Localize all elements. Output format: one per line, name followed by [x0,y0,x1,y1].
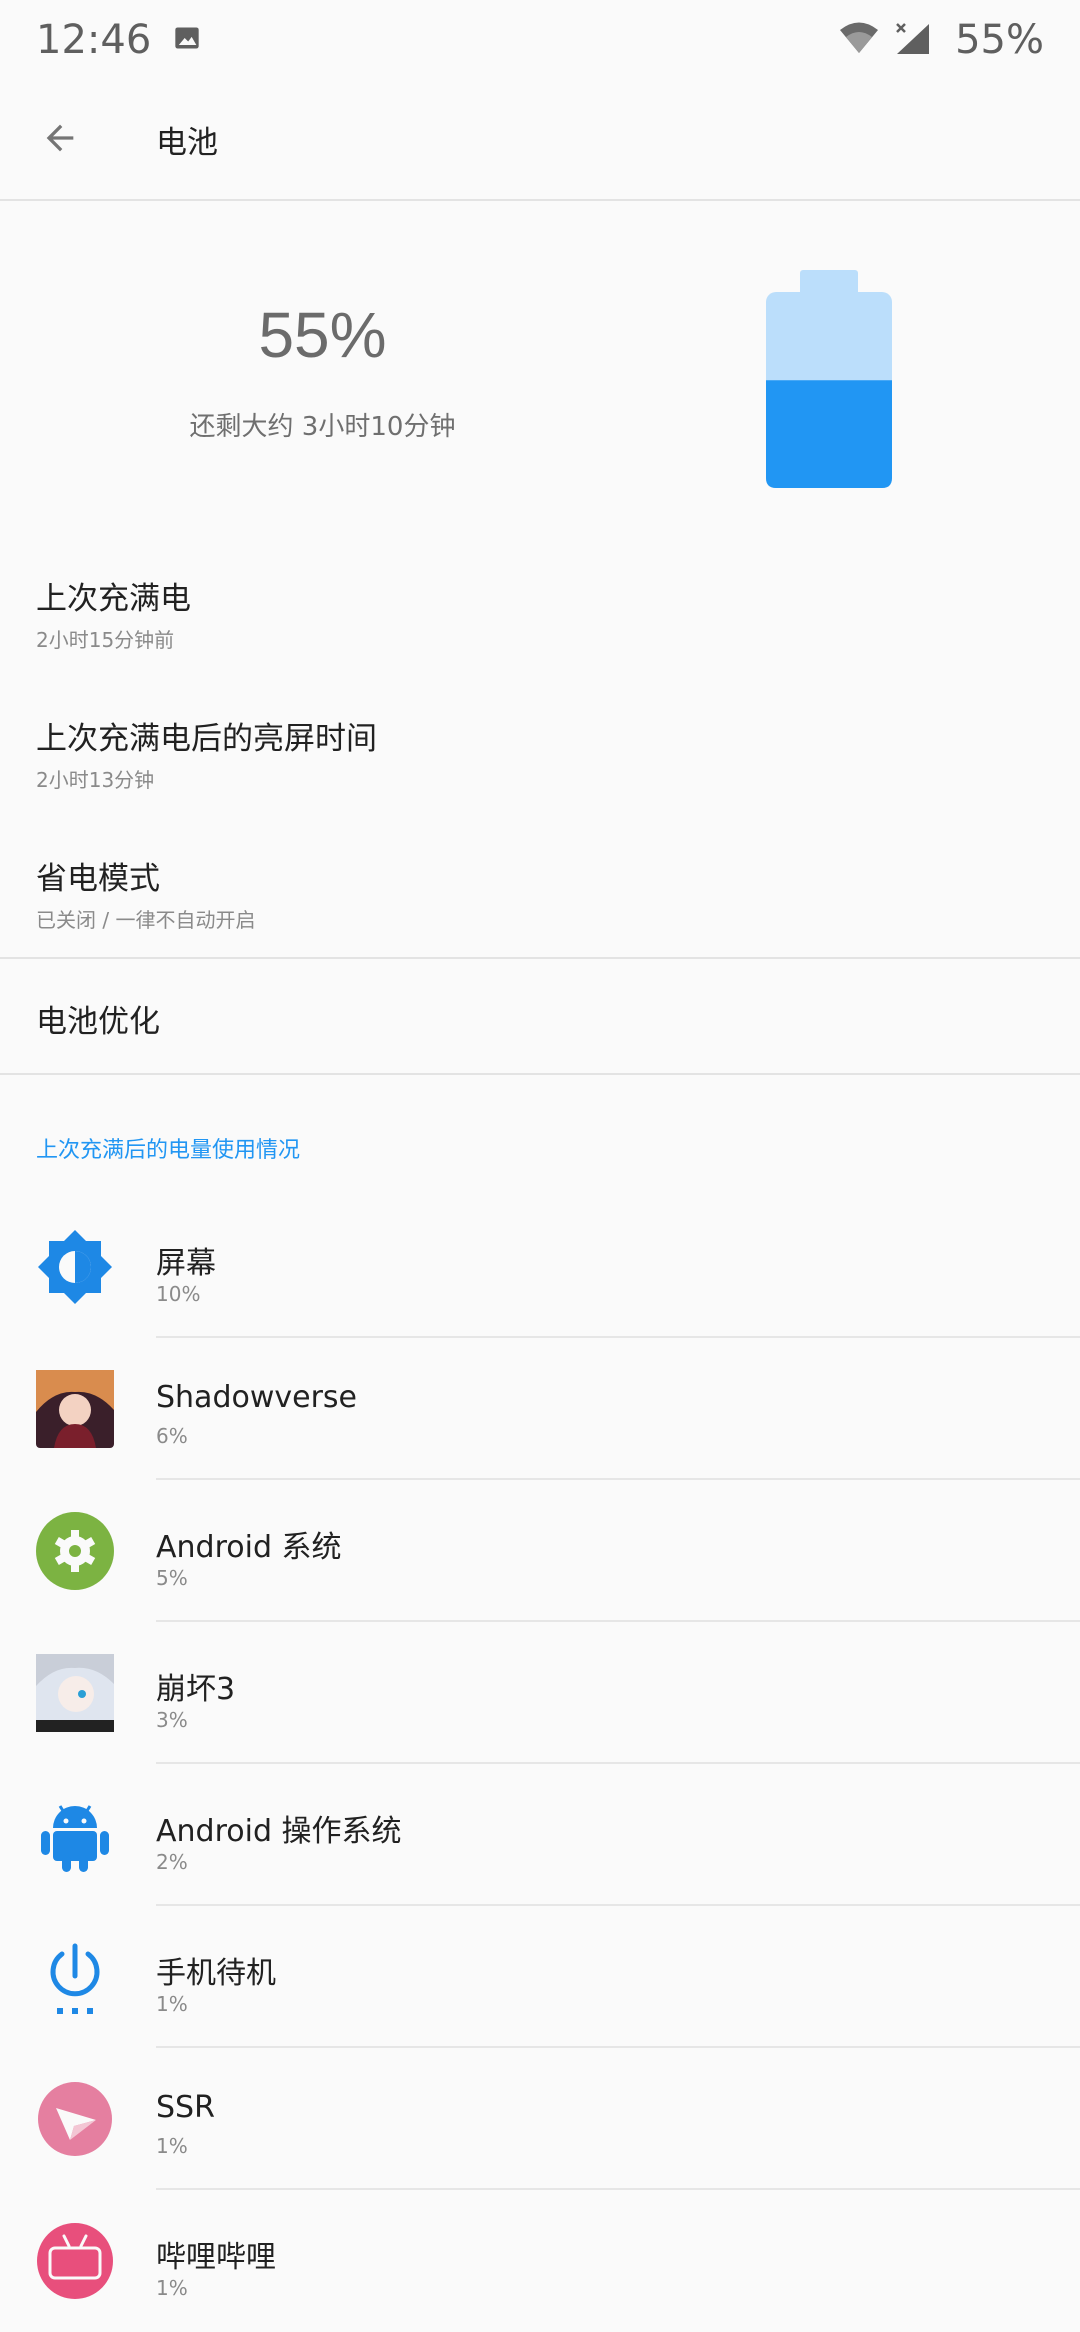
screen-time-item[interactable]: 上次充满电后的亮屏时间 2小时13分钟 [36,713,1036,793]
battery-remaining-time: 还剩大约 3小时10分钟 [189,412,456,442]
back-button[interactable] [20,100,100,180]
usage-item-ssr[interactable]: SSR 1% [0,2048,1080,2190]
pref-subtitle: 2小时15分钟前 [36,628,175,652]
battery-summary: 55% 还剩大约 3小时10分钟 [0,202,1080,532]
app-name: 屏幕 [156,1246,216,1281]
battery-saver-item[interactable]: 省电模式 已关闭 / 一律不自动开启 [36,853,1036,933]
pref-subtitle: 已关闭 / 一律不自动开启 [36,908,256,932]
page-title: 电池 [156,125,218,161]
app-usage-percent: 2% [156,1850,188,1874]
pref-title: 上次充满电后的亮屏时间 [36,721,377,757]
app-usage-percent: 10% [156,1282,201,1306]
standby-power-icon [36,1938,114,2016]
divider [0,1073,1080,1075]
app-name: Android 系统 [156,1530,342,1565]
arrow-back-icon [40,118,80,162]
app-bar: 电池 [0,80,1080,201]
battery-percent: 55% [258,299,387,371]
ssr-paper-plane-icon [36,2080,114,2158]
app-name: SSR [156,2090,215,2125]
wifi-icon [839,21,879,59]
battery-level-icon [766,270,892,492]
app-usage-percent: 5% [156,1566,188,1590]
app-name: Android 操作系统 [156,1814,402,1849]
divider [0,957,1080,959]
status-battery-percent: 55% [955,17,1044,63]
usage-item-standby[interactable]: 手机待机 1% [0,1906,1080,2048]
brightness-icon [36,1228,114,1306]
usage-item-honkai3[interactable]: 崩坏3 3% [0,1622,1080,1764]
pref-title: 上次充满电 [36,581,191,617]
app-usage-percent: 1% [156,1992,188,2016]
usage-item-android-system[interactable]: Android 系统 5% [0,1480,1080,1622]
app-name: 哔哩哔哩 [156,2240,276,2275]
app-name: Shadowverse [156,1380,358,1415]
pref-title: 省电模式 [36,861,160,897]
pref-subtitle: 2小时13分钟 [36,768,155,792]
status-time: 12:46 [36,17,152,63]
usage-item-shadowverse[interactable]: Shadowverse 6% [0,1338,1080,1480]
app-name: 崩坏3 [156,1672,236,1707]
usage-section-header: 上次充满后的电量使用情况 [36,1138,301,1163]
usage-item-bilibili[interactable]: 哔哩哔哩 1% [0,2190,1080,2332]
settings-gear-icon [36,1512,114,1590]
app-usage-percent: 1% [156,2134,188,2158]
app-name: 手机待机 [156,1956,276,1991]
pref-title: 电池优化 [36,1004,160,1040]
app-usage-percent: 6% [156,1424,188,1448]
last-full-charge-item[interactable]: 上次充满电 2小时15分钟前 [36,573,1036,653]
app-usage-percent: 3% [156,1708,188,1732]
status-bar: 12:46 55% [0,0,1080,80]
bilibili-app-icon [36,2222,114,2300]
image-notification-icon [173,24,201,56]
cellular-signal-icon [893,20,933,60]
usage-item-screen[interactable]: 屏幕 10% [0,1196,1080,1338]
android-robot-icon [36,1796,114,1874]
usage-item-android-os[interactable]: Android 操作系统 2% [0,1764,1080,1906]
battery-optimization-item[interactable]: 电池优化 [36,996,1036,1041]
honkai3-app-icon [36,1654,114,1732]
shadowverse-app-icon [36,1370,114,1448]
